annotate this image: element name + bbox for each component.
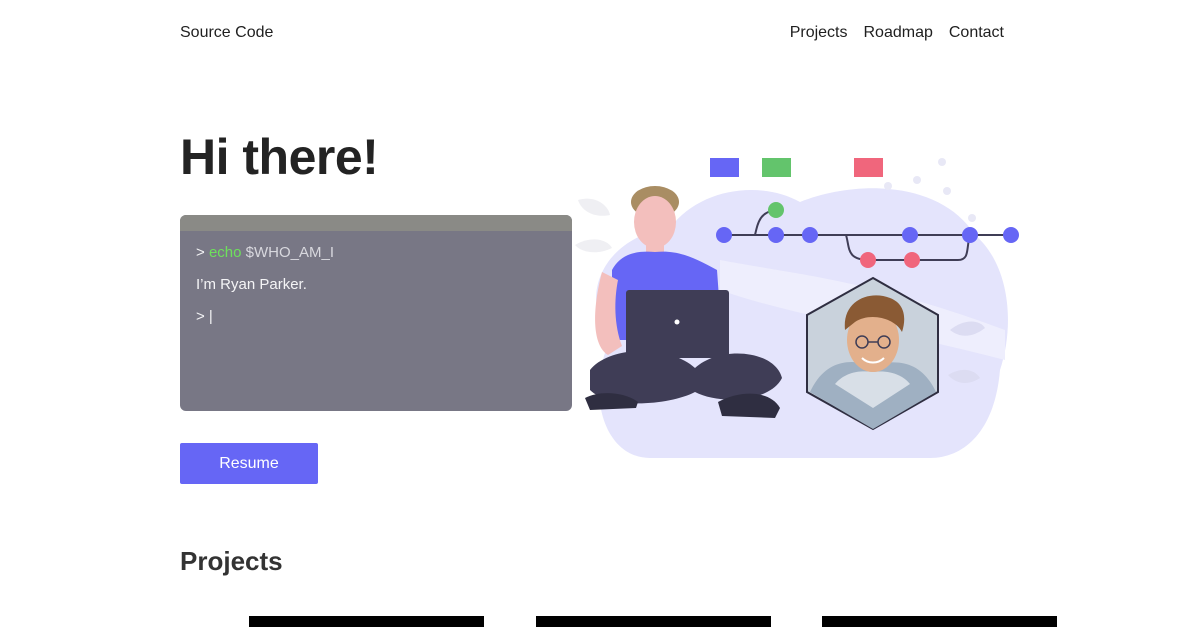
git-commit-node (902, 227, 918, 243)
leaf-icon (575, 239, 612, 253)
project-card[interactable] (249, 616, 484, 627)
hero-title: Hi there! (180, 129, 379, 185)
terminal-body: > echo $WHO_AM_I I’m Ryan Parker. > | (180, 231, 572, 339)
git-commit-node-red (904, 252, 920, 268)
git-commit-node (962, 227, 978, 243)
terminal-command-line: > echo $WHO_AM_I (196, 237, 556, 269)
git-commit-node (802, 227, 818, 243)
developer-illustration (575, 158, 1019, 458)
leaf-icon (578, 198, 610, 216)
flag-green (762, 158, 791, 177)
nav-link-contact[interactable]: Contact (949, 24, 1004, 42)
nav-links: Projects Roadmap Contact (790, 24, 1004, 42)
nav-link-projects[interactable]: Projects (790, 24, 848, 42)
git-commit-node (716, 227, 732, 243)
brand-link[interactable]: Source Code (180, 24, 273, 42)
terminal-output: I’m Ryan Parker. (196, 276, 307, 293)
terminal-command: echo (208, 244, 242, 261)
top-navigation: Source Code Projects Roadmap Contact (0, 0, 1200, 68)
git-commit-node (768, 227, 784, 243)
terminal-variable: $WHO_AM_I (245, 244, 334, 261)
project-card[interactable] (536, 616, 771, 627)
nav-link-roadmap[interactable]: Roadmap (863, 24, 932, 42)
git-commit-node-green (768, 202, 784, 218)
projects-section-title: Projects (180, 546, 283, 576)
terminal-title-bar (180, 215, 572, 231)
flag-blue (710, 158, 739, 177)
flag-red (854, 158, 883, 177)
terminal-window: > echo $WHO_AM_I I’m Ryan Parker. > | (180, 215, 572, 411)
git-commit-node-red (860, 252, 876, 268)
project-card[interactable] (822, 616, 1057, 627)
terminal-cursor-line: > | (196, 308, 213, 325)
git-commit-node (1003, 227, 1019, 243)
resume-button[interactable]: Resume (180, 443, 318, 484)
terminal-prompt: > (196, 244, 205, 261)
